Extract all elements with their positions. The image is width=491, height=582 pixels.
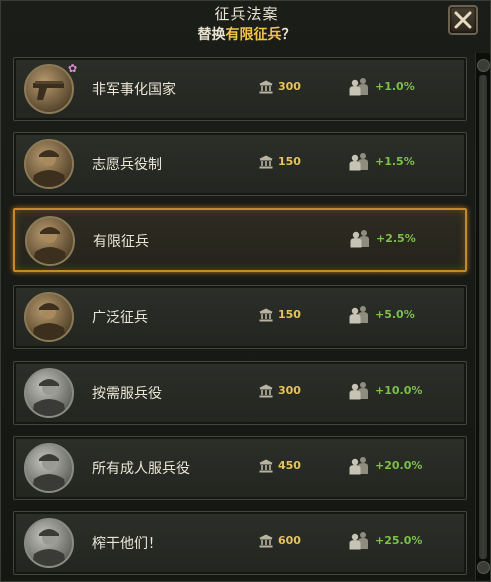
manpower-icon — [348, 530, 370, 554]
manpower-bonus: +10.0% — [375, 384, 423, 397]
scrollbar[interactable] — [475, 53, 490, 580]
subtitle-suffix: ？ — [281, 27, 296, 43]
manpower-icon — [348, 151, 370, 175]
law-name: 榨干他们！ — [92, 536, 162, 552]
manpower-icon — [349, 532, 368, 550]
service-by-requirement-icon — [24, 368, 74, 418]
close-x-icon — [454, 11, 472, 29]
law-card[interactable]: 榨干他们！ 600 +25.0% — [13, 511, 467, 575]
political-power-icon — [258, 307, 274, 326]
political-power-icon — [259, 534, 273, 548]
conscription-law-panel: 征兵法案 替换有限征兵？ ✿ 非军事化国家 300 +1.0% 志愿兵役制 150 +1.5… — [0, 0, 491, 582]
manpower-icon — [349, 457, 368, 475]
limited-conscription-soldiers-icon — [25, 216, 75, 266]
law-cost: 150 — [278, 308, 301, 321]
law-card[interactable]: 广泛征兵 150 +5.0% — [13, 285, 467, 349]
manpower-bonus: +1.5% — [375, 155, 415, 168]
law-cost: 150 — [278, 155, 301, 168]
manpower-bonus: +25.0% — [375, 534, 423, 547]
law-cost: 600 — [278, 534, 301, 547]
political-power-icon — [258, 533, 274, 552]
manpower-bonus: +20.0% — [375, 459, 423, 472]
law-name: 按需服兵役 — [92, 386, 162, 402]
flower-icon: ✿ — [68, 62, 78, 75]
subtitle-prefix: 替换 — [197, 27, 226, 43]
manpower-icon — [349, 228, 371, 252]
political-power-icon — [258, 383, 274, 402]
political-power-icon — [258, 79, 274, 98]
law-name: 非军事化国家 — [92, 82, 176, 98]
all-adults-serve-icon — [24, 443, 74, 493]
manpower-icon — [349, 78, 368, 96]
manpower-icon — [349, 306, 368, 324]
scraping-the-barrel-icon — [24, 518, 74, 568]
political-power-icon — [259, 308, 273, 322]
manpower-icon — [349, 153, 368, 171]
law-card[interactable]: ✿ 非军事化国家 300 +1.0% — [13, 57, 467, 121]
political-power-icon — [259, 80, 273, 94]
pistol-icon — [24, 64, 74, 114]
subtitle-highlight: 有限征兵 — [225, 27, 282, 43]
law-name: 有限征兵 — [93, 234, 149, 250]
law-name: 所有成人服兵役 — [92, 461, 190, 477]
political-power-icon — [258, 458, 274, 477]
volunteer-soldier-icon — [24, 139, 74, 189]
scroll-down-button[interactable] — [477, 561, 490, 574]
extensive-conscription-soldiers-icon — [24, 292, 74, 342]
law-card[interactable]: 有限征兵 +2.5% — [13, 208, 467, 272]
scrollbar-thumb[interactable] — [479, 75, 487, 559]
law-name: 志愿兵役制 — [92, 157, 162, 173]
law-cost: 300 — [278, 80, 301, 93]
law-cost: 450 — [278, 459, 301, 472]
close-button[interactable] — [448, 5, 478, 35]
manpower-icon — [350, 230, 369, 248]
manpower-bonus: +2.5% — [376, 232, 416, 245]
manpower-icon — [348, 304, 370, 328]
manpower-icon — [348, 455, 370, 479]
manpower-icon — [348, 76, 370, 100]
law-name: 广泛征兵 — [92, 310, 148, 326]
law-card[interactable]: 所有成人服兵役 450 +20.0% — [13, 436, 467, 500]
political-power-icon — [259, 459, 273, 473]
political-power-icon — [259, 384, 273, 398]
political-power-icon — [259, 155, 273, 169]
political-power-icon — [258, 154, 274, 173]
law-card[interactable]: 志愿兵役制 150 +1.5% — [13, 132, 467, 196]
panel-header: 征兵法案 替换有限征兵？ — [1, 1, 491, 49]
manpower-bonus: +1.0% — [375, 80, 415, 93]
scroll-up-button[interactable] — [477, 59, 490, 72]
manpower-icon — [348, 380, 370, 404]
panel-title: 征兵法案 — [214, 5, 279, 23]
manpower-icon — [349, 382, 368, 400]
panel-subtitle: 替换有限征兵？ — [1, 24, 491, 44]
law-card[interactable]: 按需服兵役 300 +10.0% — [13, 361, 467, 425]
law-cost: 300 — [278, 384, 301, 397]
manpower-bonus: +5.0% — [375, 308, 415, 321]
